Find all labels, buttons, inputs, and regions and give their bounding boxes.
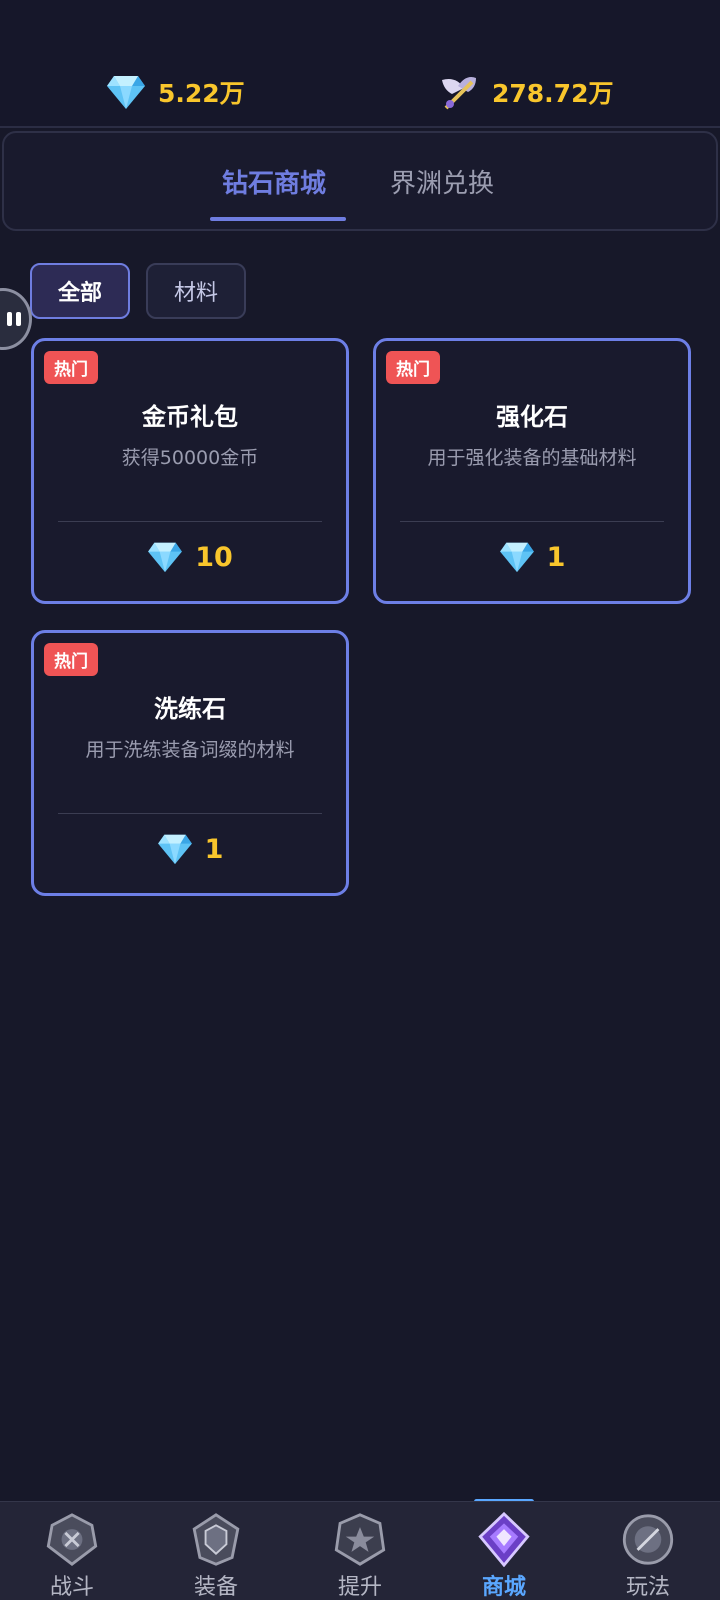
diamond-icon bbox=[499, 542, 534, 573]
tab-diamond-shop[interactable]: 钻石商城 bbox=[222, 163, 326, 200]
diamond-balance-value: 5.22万 bbox=[158, 79, 245, 108]
upgrade-emblem-icon bbox=[334, 1513, 386, 1566]
nav-item-battle[interactable]: 战斗 bbox=[0, 1502, 144, 1600]
wing-balance: 278.72万 bbox=[438, 70, 613, 114]
filter-materials-button[interactable]: 材料 bbox=[146, 263, 246, 319]
active-tab-indicator bbox=[210, 217, 346, 221]
gameplay-orb-icon bbox=[622, 1514, 674, 1565]
price-amount: 10 bbox=[195, 541, 233, 573]
product-price: 1 bbox=[34, 829, 346, 869]
tab-abyss-exchange[interactable]: 界渊兑换 bbox=[390, 163, 494, 200]
nav-item-equipment[interactable]: 装备 bbox=[144, 1502, 288, 1600]
diamond-icon bbox=[148, 542, 183, 573]
equipment-emblem-icon bbox=[192, 1513, 240, 1566]
floating-assistant-button[interactable] bbox=[0, 288, 32, 350]
handle-bar-icon bbox=[7, 312, 12, 326]
nav-item-gameplay[interactable]: 玩法 bbox=[576, 1502, 720, 1600]
product-title: 金币礼包 bbox=[142, 403, 238, 431]
nav-label: 装备 bbox=[193, 1575, 238, 1600]
wing-balance-value: 278.72万 bbox=[492, 79, 614, 108]
product-title: 洗练石 bbox=[154, 695, 226, 723]
card-divider bbox=[400, 521, 664, 522]
filter-all-button[interactable]: 全部 bbox=[30, 263, 130, 319]
card-divider bbox=[58, 813, 322, 814]
handle-bar-icon bbox=[16, 312, 21, 326]
hot-badge: 热门 bbox=[386, 351, 440, 384]
product-description: 获得50000金币 bbox=[121, 447, 259, 469]
diamond-balance: 5.22万 bbox=[106, 70, 245, 114]
product-card-gold-pack[interactable]: 热门 金币礼包 获得50000金币 10 bbox=[31, 338, 349, 604]
battle-emblem-icon bbox=[46, 1513, 98, 1566]
shop-emblem-icon bbox=[478, 1512, 530, 1567]
nav-item-upgrade[interactable]: 提升 bbox=[288, 1502, 432, 1600]
currency-bar: 5.22万 278.72万 bbox=[0, 0, 720, 128]
nav-item-shop[interactable]: 商城 bbox=[432, 1502, 576, 1600]
product-card-refine-stone[interactable]: 热门 洗练石 用于洗练装备词缀的材料 1 bbox=[31, 630, 349, 896]
product-card-enhance-stone[interactable]: 热门 强化石 用于强化装备的基础材料 1 bbox=[373, 338, 691, 604]
product-title: 强化石 bbox=[496, 403, 568, 431]
product-price: 10 bbox=[34, 537, 346, 577]
nav-label: 商城 bbox=[481, 1575, 526, 1600]
nav-label: 提升 bbox=[337, 1575, 382, 1600]
price-amount: 1 bbox=[546, 541, 566, 573]
shop-page: 5.22万 278.72万 钻石商城 界渊兑换 全部 材料 热门 金币礼包 获得… bbox=[0, 0, 720, 1600]
card-divider bbox=[58, 521, 322, 522]
nav-label: 玩法 bbox=[625, 1575, 670, 1600]
hot-badge: 热门 bbox=[44, 351, 98, 384]
diamond-icon bbox=[157, 834, 192, 865]
nav-label: 战斗 bbox=[49, 1575, 94, 1600]
product-price: 1 bbox=[376, 537, 688, 577]
product-description: 用于洗练装备词缀的材料 bbox=[85, 739, 295, 761]
hot-badge: 热门 bbox=[44, 643, 98, 676]
winged-sword-icon bbox=[442, 77, 476, 110]
shop-tab-panel: 钻石商城 界渊兑换 bbox=[2, 131, 718, 231]
bottom-nav: 战斗 装备 提升 商城 玩法 bbox=[0, 1501, 720, 1600]
diamond-icon bbox=[107, 76, 145, 109]
product-description: 用于强化装备的基础材料 bbox=[427, 447, 637, 469]
price-amount: 1 bbox=[204, 833, 224, 865]
